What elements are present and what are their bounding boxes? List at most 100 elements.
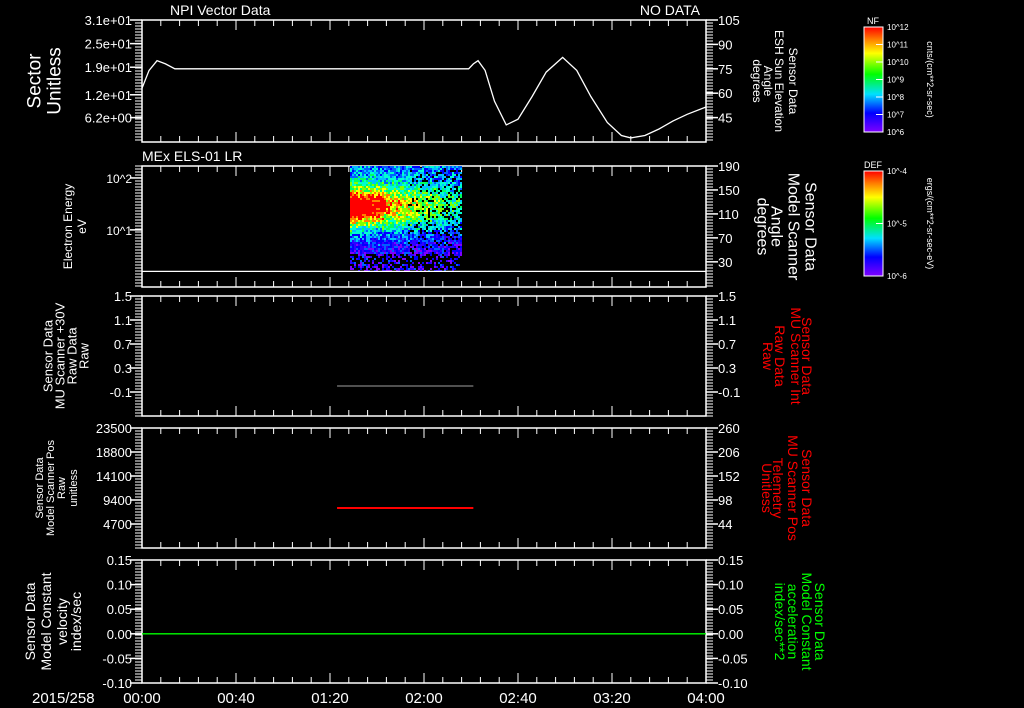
spectrogram-cell <box>370 200 372 202</box>
spectrogram-cell <box>350 180 352 182</box>
spectrogram-cell <box>396 174 398 176</box>
spectrogram-cell <box>454 214 456 216</box>
spectrogram-cell <box>416 200 418 202</box>
spectrogram-cell <box>398 196 400 198</box>
spectrogram-cell <box>350 226 352 228</box>
spectrogram-cell <box>406 172 408 174</box>
spectrogram-cell <box>420 172 422 174</box>
spectrogram-cell <box>364 222 366 224</box>
spectrogram-cell <box>454 180 456 182</box>
spectrogram-cell <box>400 174 402 176</box>
spectrogram-cell <box>400 204 402 206</box>
spectrogram-cell <box>430 238 432 240</box>
spectrogram-cell <box>426 176 428 178</box>
spectrogram-cell <box>426 184 428 186</box>
spectrogram-cell <box>458 226 460 228</box>
spectrogram-cell <box>378 206 380 208</box>
spectrogram-cell <box>370 248 372 250</box>
spectrogram-cell <box>426 178 428 180</box>
spectrogram-cell <box>432 168 434 170</box>
spectrogram-cell <box>378 210 380 212</box>
spectrogram-cell <box>440 174 442 176</box>
spectrogram-cell <box>414 204 416 206</box>
spectrogram-cell <box>430 226 432 228</box>
spectrogram-cell <box>456 264 458 266</box>
spectrogram-cell <box>450 186 452 188</box>
spectrogram-cell <box>420 204 422 206</box>
spectrogram-cell <box>440 200 442 202</box>
spectrogram-cell <box>350 188 352 190</box>
spectrogram-cell <box>454 168 456 170</box>
spectrogram-cell <box>426 238 428 240</box>
spectrogram-cell <box>384 204 386 206</box>
spectrogram-cell <box>398 216 400 218</box>
spectrogram-cell <box>360 254 362 256</box>
left-tick-label: 1.2e+01 <box>85 88 132 103</box>
spectrogram-cell <box>378 174 380 176</box>
spectrogram-cell <box>364 210 366 212</box>
spectrogram-cell <box>384 202 386 204</box>
spectrogram-cell <box>418 180 420 182</box>
spectrogram-cell <box>454 224 456 226</box>
spectrogram-cell <box>436 168 438 170</box>
spectrogram-cell <box>378 218 380 220</box>
spectrogram-cell <box>368 264 370 266</box>
spectrogram-cell <box>376 214 378 216</box>
spectrogram-cell <box>352 228 354 230</box>
spectrogram-cell <box>450 242 452 244</box>
spectrogram-cell <box>376 226 378 228</box>
spectrogram-cell <box>406 232 408 234</box>
spectrogram-cell <box>420 226 422 228</box>
spectrogram-cell <box>390 214 392 216</box>
spectrogram-cell <box>450 166 452 168</box>
spectrogram-cell <box>366 234 368 236</box>
spectrogram-cell <box>450 224 452 226</box>
spectrogram-cell <box>374 236 376 238</box>
spectrogram-cell <box>384 248 386 250</box>
spectrogram-cell <box>352 224 354 226</box>
time-tick-label: 04:00 <box>687 690 725 707</box>
colorbar-tick-label: 10^11 <box>887 41 909 50</box>
spectrogram-cell <box>388 166 390 168</box>
spectrogram-cell <box>376 172 378 174</box>
spectrogram-cell <box>366 202 368 204</box>
spectrogram-cell <box>430 220 432 222</box>
spectrogram-cell <box>378 222 380 224</box>
spectrogram-cell <box>424 224 426 226</box>
spectrogram-cell <box>370 184 372 186</box>
spectrogram-cell <box>408 180 410 182</box>
spectrogram-cell <box>416 178 418 180</box>
spectrogram-cell <box>448 232 450 234</box>
spectrogram-cell <box>356 194 358 196</box>
spectrogram-cell <box>386 242 388 244</box>
spectrogram-cell <box>438 198 440 200</box>
spectrogram-cell <box>372 240 374 242</box>
spectrogram-cell <box>402 224 404 226</box>
spectrogram-cell <box>406 202 408 204</box>
colorbar-tick-label: 10^10 <box>887 58 909 67</box>
spectrogram-cell <box>400 240 402 242</box>
spectrogram-cell <box>382 166 384 168</box>
spectrogram-cell <box>438 166 440 168</box>
spectrogram-cell <box>402 182 404 184</box>
spectrogram-cell <box>424 174 426 176</box>
spectrogram-cell <box>400 224 402 226</box>
spectrogram-cell <box>356 186 358 188</box>
spectrogram-cell <box>370 168 372 170</box>
spectrogram-cell <box>414 180 416 182</box>
spectrogram-cell <box>380 238 382 240</box>
spectrogram-cell <box>402 212 404 214</box>
spectrogram-cell <box>374 182 376 184</box>
spectrogram-cell <box>350 260 352 262</box>
spectrogram-cell <box>366 188 368 190</box>
spectrogram-cell <box>368 204 370 206</box>
spectrogram-cell <box>350 216 352 218</box>
spectrogram-cell <box>406 182 408 184</box>
spectrogram-cell <box>414 188 416 190</box>
spectrogram-cell <box>426 220 428 222</box>
spectrogram-cell <box>426 174 428 176</box>
spectrogram-cell <box>380 170 382 172</box>
spectrogram-cell <box>460 226 462 228</box>
spectrogram-cell <box>448 172 450 174</box>
spectrogram-cell <box>352 226 354 228</box>
